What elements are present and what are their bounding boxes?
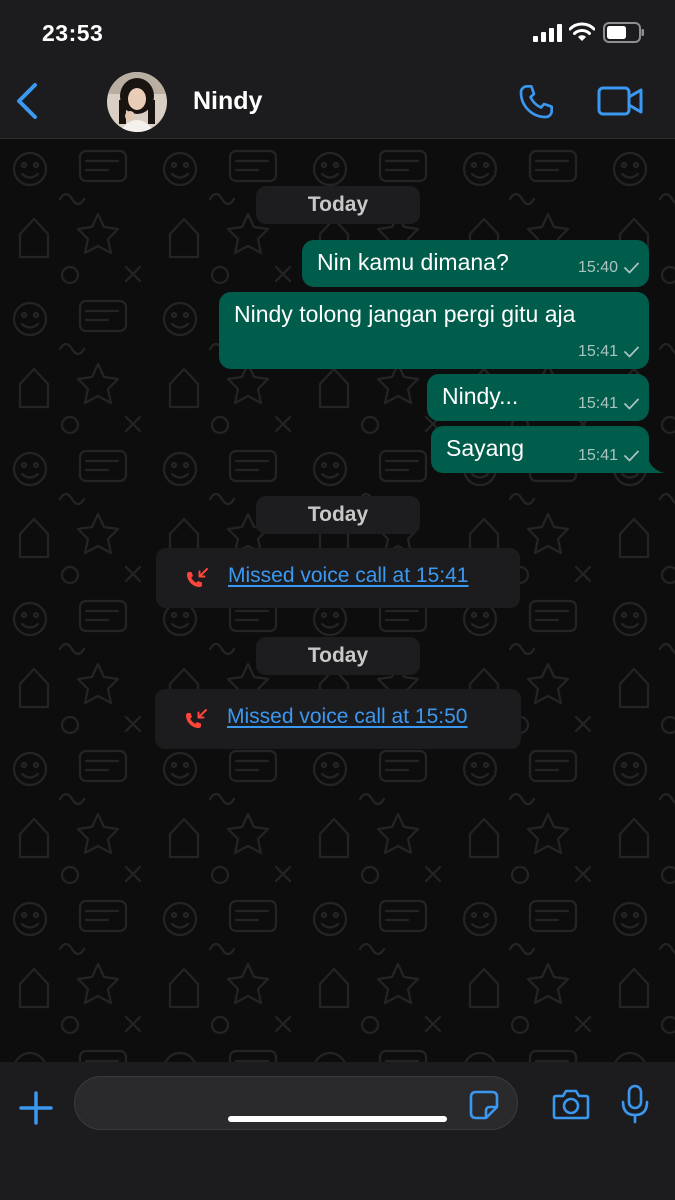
- video-camera-icon[interactable]: [597, 84, 644, 118]
- plus-icon[interactable]: [18, 1090, 54, 1126]
- message-text: Nin kamu dimana?: [317, 249, 509, 275]
- missed-call-icon: [187, 568, 208, 587]
- message-text: Sayang: [446, 435, 525, 461]
- missed-call-notice[interactable]: Missed voice call at 15:41: [156, 548, 520, 608]
- message-bubble[interactable]: Nin kamu dimana? 15:40: [302, 240, 649, 287]
- missed-call-icon: [186, 709, 207, 728]
- date-separator: Today: [256, 186, 420, 224]
- message-bubble[interactable]: Sayang 15:41: [431, 426, 649, 473]
- message-meta: 15:41: [578, 343, 639, 361]
- check-icon: [624, 346, 639, 358]
- message-time: 15:41: [577, 343, 618, 360]
- signal-icon: [533, 24, 562, 42]
- chevron-left-icon[interactable]: [14, 82, 40, 120]
- microphone-icon[interactable]: [620, 1084, 650, 1124]
- missed-call-link[interactable]: Missed voice call at 15:41: [228, 564, 468, 588]
- message-bubble[interactable]: Nindy... 15:41: [427, 374, 649, 421]
- date-separator: Today: [256, 496, 420, 534]
- missed-call-link[interactable]: Missed voice call at 15:50: [227, 705, 467, 729]
- check-icon: [624, 262, 639, 274]
- message-time: 15:41: [577, 447, 618, 464]
- avatar[interactable]: [107, 72, 167, 132]
- phone-icon[interactable]: [516, 82, 556, 122]
- message-composer: [0, 1062, 675, 1200]
- sticker-icon[interactable]: [468, 1089, 500, 1121]
- message-meta: 15:40: [578, 259, 639, 277]
- wifi-icon: [569, 22, 595, 41]
- status-time: 23:53: [42, 20, 104, 46]
- status-bar: 23:53: [0, 0, 675, 62]
- check-icon: [624, 450, 639, 462]
- bubble-tail: [648, 457, 664, 473]
- camera-icon[interactable]: [552, 1087, 590, 1121]
- check-icon: [624, 398, 639, 410]
- message-text: Nindy tolong jangan pergi gitu aja: [234, 301, 576, 327]
- message-time: 15:41: [577, 395, 618, 412]
- chat-header: Nindy: [0, 62, 675, 139]
- battery-icon: [603, 22, 644, 43]
- message-meta: 15:41: [578, 395, 639, 413]
- message-meta: 15:41: [578, 447, 639, 465]
- date-separator: Today: [256, 637, 420, 675]
- missed-call-notice[interactable]: Missed voice call at 15:50: [155, 689, 521, 749]
- message-text: Nindy...: [442, 383, 519, 409]
- chat-area[interactable]: Today Nin kamu dimana? 15:40 Nindy tolon…: [0, 139, 675, 1062]
- contact-name[interactable]: Nindy: [193, 87, 262, 116]
- message-bubble[interactable]: Nindy tolong jangan pergi gitu aja 15:41: [219, 292, 649, 369]
- message-time: 15:40: [577, 259, 618, 276]
- home-indicator: [228, 1116, 447, 1122]
